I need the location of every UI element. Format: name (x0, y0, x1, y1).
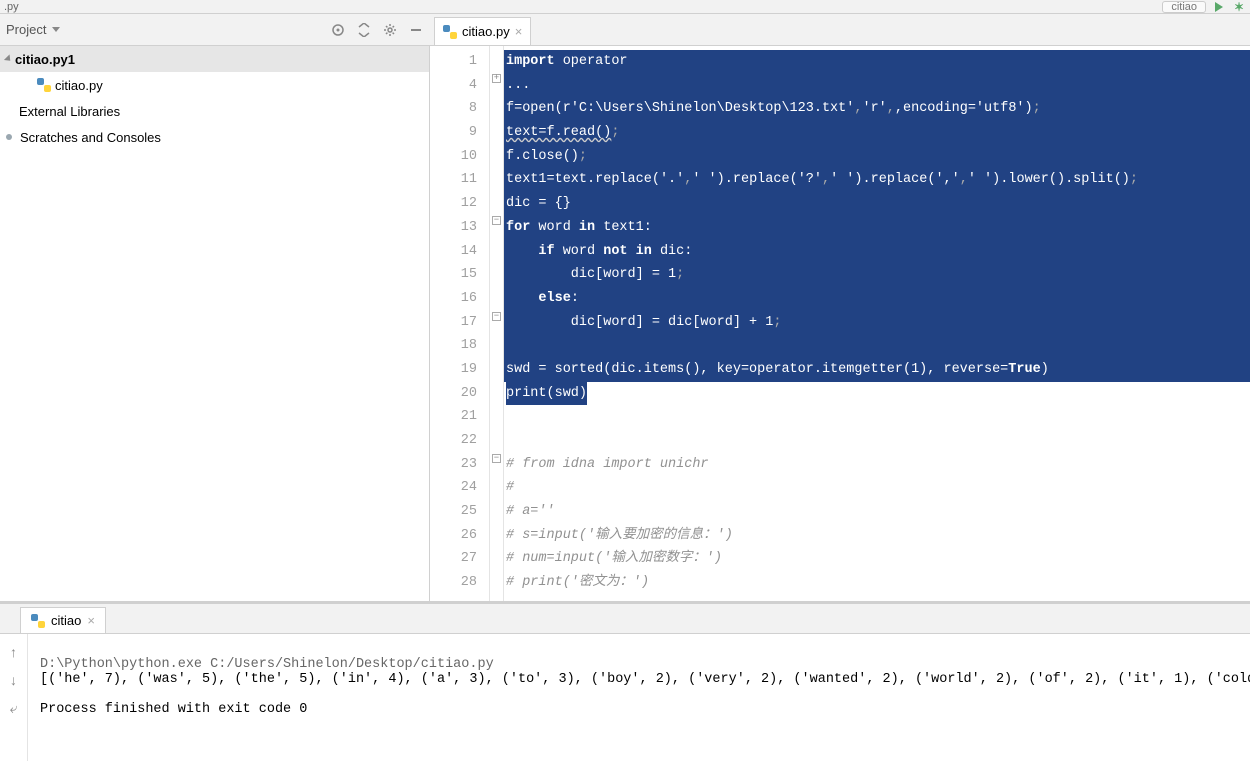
tree-label: citiao.py (55, 78, 103, 93)
gear-icon[interactable] (382, 22, 398, 38)
line-number: 20 (430, 382, 477, 406)
line-number: 24 (430, 476, 477, 500)
run-config-selector[interactable]: citiao (1162, 1, 1206, 13)
tree-module-root[interactable]: citiao.py1 (0, 46, 429, 72)
console-stdout: [('he', 7), ('was', 5), ('the', 5), ('in… (40, 672, 1250, 687)
line-number: 26 (430, 524, 477, 548)
line-number: 19 (430, 358, 477, 382)
editor-tab-label: citiao.py (462, 24, 510, 39)
project-label-text: Project (6, 22, 46, 37)
line-number: 12 (430, 192, 477, 216)
run-icon[interactable] (1212, 0, 1226, 14)
gutter: 1 4 8 9 10 11 12 13 14 15 16 17 18 19 20… (430, 46, 490, 601)
tree-scratches[interactable]: Scratches and Consoles (0, 124, 429, 150)
soft-wrap-icon[interactable]: ⤶ (10, 700, 18, 717)
fold-ribbon: + − − − (490, 46, 504, 601)
project-tree[interactable]: citiao.py1 citiao.py External Libraries … (0, 46, 430, 601)
line-number: 4 (430, 74, 477, 98)
line-number: 13 (430, 216, 477, 240)
line-number: 16 (430, 287, 477, 311)
expand-arrow-icon[interactable] (4, 54, 13, 63)
arrow-down-icon[interactable]: ↓ (10, 672, 17, 688)
line-number: 22 (430, 429, 477, 453)
title-bar: .py citiao ✶ (0, 0, 1250, 14)
line-number: 21 (430, 405, 477, 429)
line-number: 9 (430, 121, 477, 145)
line-number: 18 (430, 334, 477, 358)
chevron-down-icon (52, 27, 60, 32)
python-file-icon (443, 25, 457, 39)
line-number: 11 (430, 168, 477, 192)
line-number: 10 (430, 145, 477, 169)
close-icon[interactable]: × (87, 613, 95, 628)
python-file-icon (31, 614, 45, 628)
fold-toggle-icon[interactable]: − (492, 312, 501, 321)
title-bar-text: .py (4, 1, 19, 13)
console-output[interactable]: D:\Python\python.exe C:/Users/Shinelon/D… (28, 634, 1250, 761)
run-tab[interactable]: citiao × (20, 607, 106, 633)
tree-label: Scratches and Consoles (20, 130, 161, 145)
console-cmd: D:\Python\python.exe C:/Users/Shinelon/D… (40, 657, 494, 672)
project-view-selector[interactable]: Project (6, 22, 60, 37)
tree-external-libraries[interactable]: External Libraries (0, 98, 429, 124)
scratch-icon (6, 134, 12, 140)
line-number: 23 (430, 453, 477, 477)
tree-label: citiao.py1 (15, 52, 75, 67)
line-number: 14 (430, 240, 477, 264)
line-number: 8 (430, 97, 477, 121)
fold-toggle-icon[interactable]: − (492, 216, 501, 225)
editor[interactable]: 1 4 8 9 10 11 12 13 14 15 16 17 18 19 20… (430, 46, 1250, 601)
line-number: 17 (430, 311, 477, 335)
console-exit: Process finished with exit code 0 (40, 702, 307, 717)
fold-toggle-icon[interactable]: + (492, 74, 501, 83)
run-tool-window: citiao × ↑ ↓ ⤶ D:\Python\python.exe C:/U… (0, 601, 1250, 761)
tree-label: External Libraries (19, 104, 120, 119)
line-number: 15 (430, 263, 477, 287)
fold-toggle-icon[interactable]: − (492, 454, 501, 463)
editor-tab[interactable]: citiao.py × (434, 17, 531, 45)
debug-icon[interactable]: ✶ (1232, 0, 1246, 14)
locate-icon[interactable] (330, 22, 346, 38)
tree-file[interactable]: citiao.py (0, 72, 429, 98)
line-number: 25 (430, 500, 477, 524)
run-tab-label: citiao (51, 613, 81, 628)
expand-all-icon[interactable] (356, 22, 372, 38)
editor-tabs: citiao.py × (430, 14, 1250, 46)
code-area[interactable]: import operator ... f=open(r'C:\Users\Sh… (504, 46, 1250, 601)
run-gutter: ↑ ↓ ⤶ (0, 634, 28, 761)
python-file-icon (37, 78, 51, 92)
line-number: 1 (430, 50, 477, 74)
line-number: 27 (430, 547, 477, 571)
close-icon[interactable]: × (515, 24, 523, 39)
arrow-up-icon[interactable]: ↑ (10, 644, 17, 660)
minimize-icon[interactable] (408, 22, 424, 38)
line-number: 28 (430, 571, 477, 595)
